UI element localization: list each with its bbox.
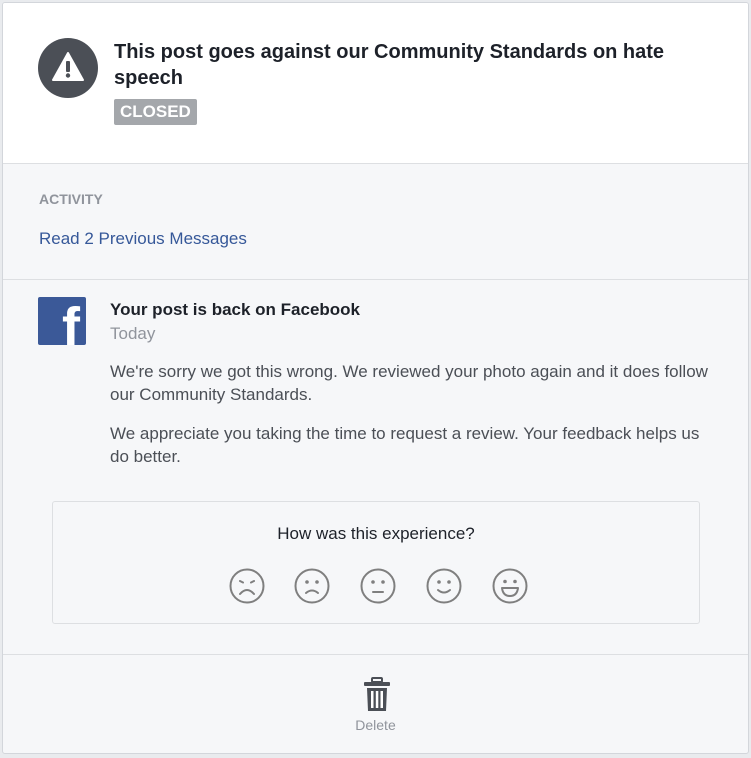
notice-title: This post goes against our Community Sta…: [114, 41, 665, 89]
satisfied-face-icon[interactable]: [425, 567, 463, 605]
message-paragraph: We appreciate you taking the time to req…: [110, 424, 700, 466]
support-inbox-card: This post goes against our Community Sta…: [2, 2, 749, 754]
read-previous-messages-link[interactable]: Read 2 Previous Messages: [39, 229, 247, 249]
activity-label: ACTIVITY: [39, 191, 103, 207]
message-title: Your post is back on Facebook: [110, 300, 361, 319]
facebook-logo-icon: f: [38, 297, 86, 345]
experience-rating-box: How was this experience?: [52, 501, 700, 624]
delete-button[interactable]: Delete: [3, 717, 748, 733]
rating-question: How was this experience?: [277, 524, 475, 543]
message-paragraph: We're sorry we got this wrong. We review…: [110, 362, 708, 404]
warning-icon: [38, 38, 98, 98]
very-dissatisfied-face-icon[interactable]: [228, 567, 266, 605]
status-badge: CLOSED: [114, 99, 197, 125]
trash-icon[interactable]: [363, 677, 391, 713]
notice-header: This post goes against our Community Sta…: [3, 3, 748, 164]
message-date: Today: [110, 324, 156, 343]
neutral-face-icon[interactable]: [359, 567, 397, 605]
very-satisfied-face-icon[interactable]: [491, 567, 529, 605]
message-footer: Delete: [3, 654, 748, 753]
dissatisfied-face-icon[interactable]: [293, 567, 331, 605]
activity-section: ACTIVITY Read 2 Previous Messages: [3, 164, 748, 280]
message-section: f Your post is back on Facebook Today We…: [3, 280, 748, 654]
